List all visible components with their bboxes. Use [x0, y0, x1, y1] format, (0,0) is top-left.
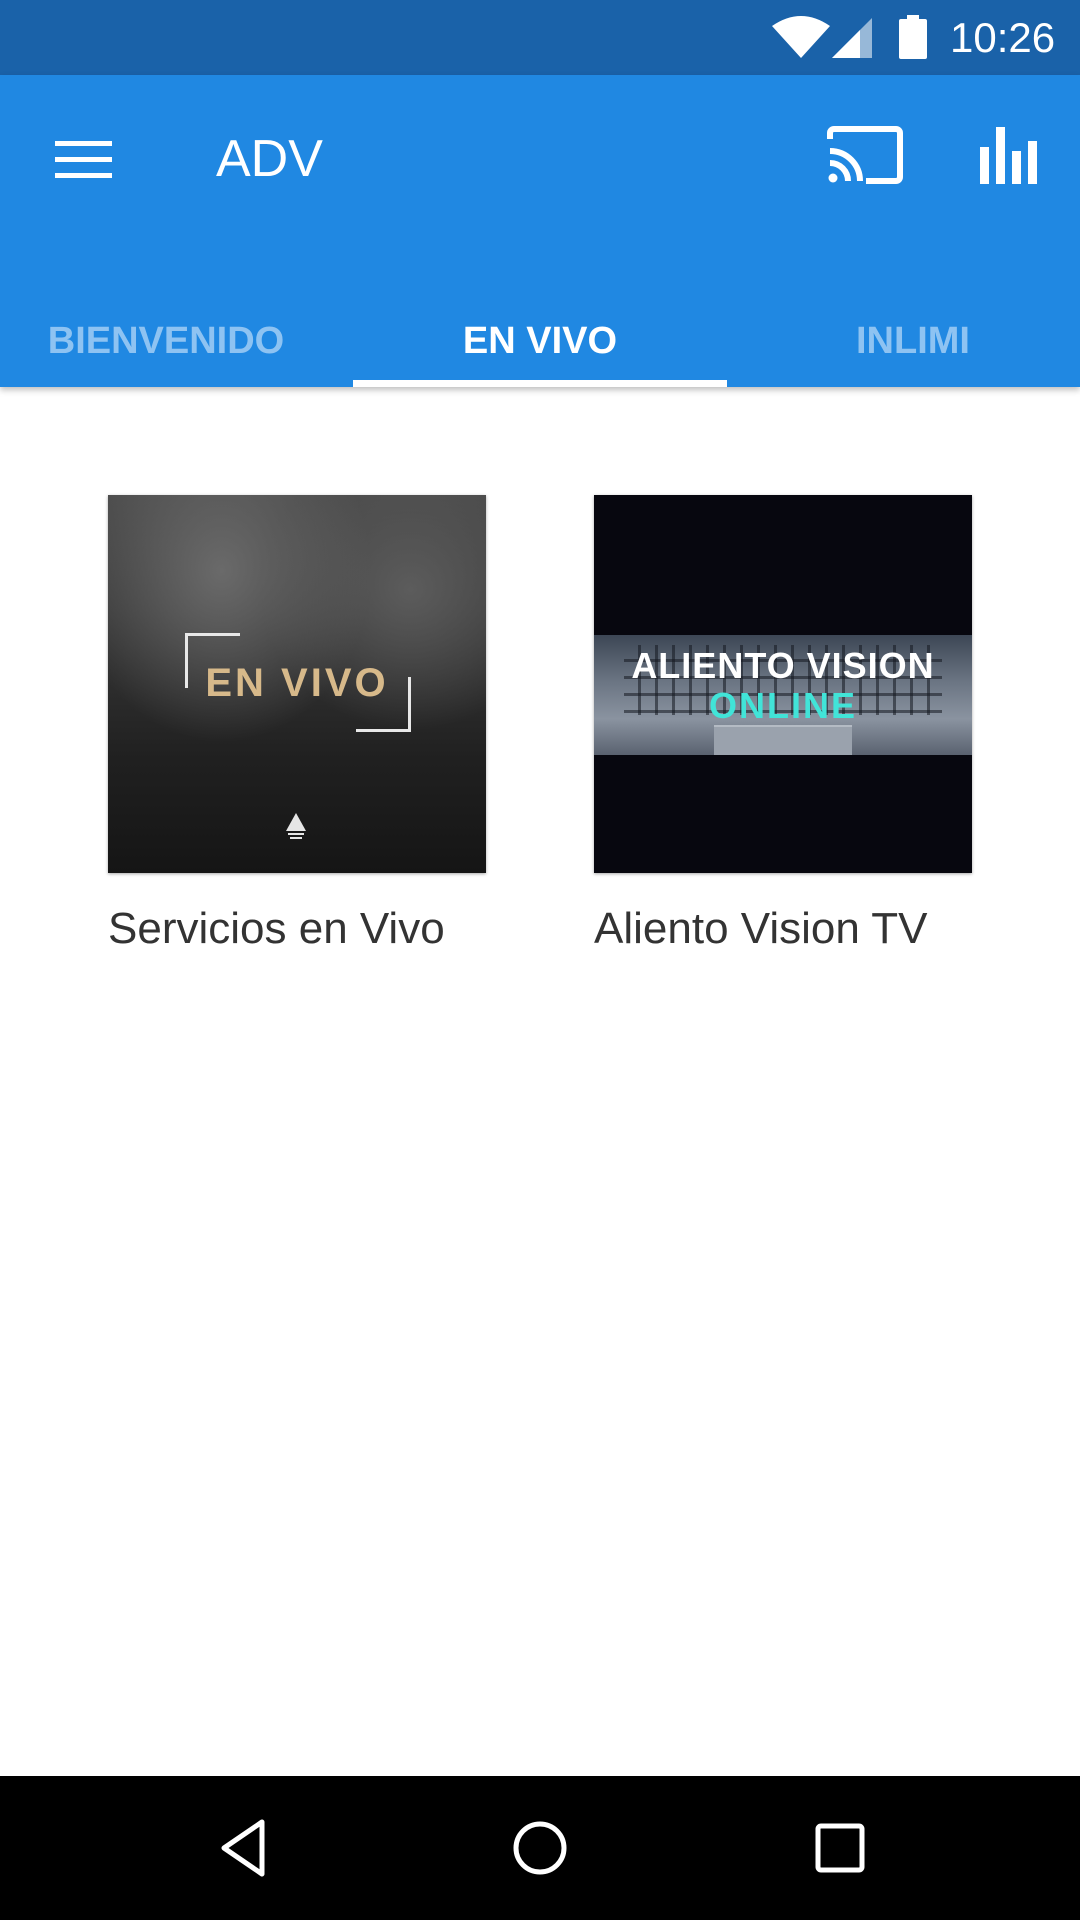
app-bar: ADV BIENVENIDO EN VIVO INLIMI [0, 75, 1080, 387]
card-thumbnail: ALIENTO VISION ONLINE [594, 495, 972, 873]
stats-button[interactable] [964, 115, 1054, 195]
cell-signal-icon [832, 18, 872, 58]
tab-en-vivo[interactable]: EN VIVO [360, 287, 720, 387]
app-title: ADV [216, 130, 323, 188]
thumbnail-text: EN VIVO [205, 661, 389, 705]
card-label: Servicios en Vivo [108, 904, 445, 953]
wifi-icon [772, 16, 830, 58]
trackpad-image [714, 725, 852, 755]
menu-icon [55, 141, 112, 178]
thumbnail-text-line2: ONLINE [708, 685, 857, 726]
status-time: 10:26 [950, 14, 1056, 61]
card-aliento-vision-tv[interactable]: ALIENTO VISION ONLINE Aliento Vision TV [594, 495, 972, 955]
system-nav-bar [0, 1776, 1080, 1920]
card-thumbnail: EN VIVO [108, 495, 486, 873]
menu-button[interactable] [36, 115, 132, 195]
tab-bar: BIENVENIDO EN VIVO INLIMI [0, 287, 1080, 387]
tab-inlimi[interactable]: INLIMI [733, 287, 1080, 387]
recents-icon[interactable] [804, 1812, 876, 1884]
church-logo-icon [286, 813, 306, 839]
card-label: Aliento Vision TV [594, 904, 928, 953]
thumbnail-text-line1: ALIENTO VISION [631, 645, 935, 686]
card-servicios-en-vivo[interactable]: EN VIVO Servicios en Vivo [108, 495, 486, 955]
back-icon[interactable] [210, 1812, 282, 1884]
status-bar: 10:26 [0, 0, 1080, 75]
tab-bienvenido[interactable]: BIENVENIDO [0, 287, 346, 387]
cast-icon [827, 126, 903, 184]
bar-chart-icon [980, 127, 1037, 184]
cast-button[interactable] [820, 115, 910, 195]
battery-icon [899, 15, 927, 59]
home-icon[interactable] [504, 1812, 576, 1884]
tab-indicator [353, 380, 727, 387]
